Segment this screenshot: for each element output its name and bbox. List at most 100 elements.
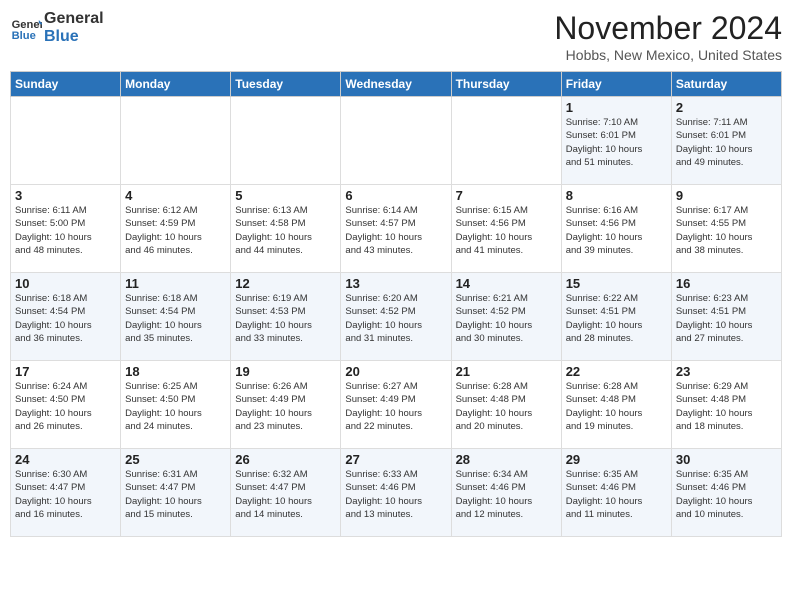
day-detail: Sunrise: 6:27 AM Sunset: 4:49 PM Dayligh…: [345, 380, 446, 433]
day-number: 27: [345, 452, 446, 467]
day-number: 9: [676, 188, 777, 203]
header-wednesday: Wednesday: [341, 72, 451, 97]
day-detail: Sunrise: 6:24 AM Sunset: 4:50 PM Dayligh…: [15, 380, 116, 433]
calendar-table: SundayMondayTuesdayWednesdayThursdayFrid…: [10, 71, 782, 537]
svg-text:Blue: Blue: [12, 30, 36, 42]
day-detail: Sunrise: 6:12 AM Sunset: 4:59 PM Dayligh…: [125, 204, 226, 257]
day-cell-1: 1Sunrise: 7:10 AM Sunset: 6:01 PM Daylig…: [561, 97, 671, 185]
day-number: 29: [566, 452, 667, 467]
header-saturday: Saturday: [671, 72, 781, 97]
day-cell-22: 22Sunrise: 6:28 AM Sunset: 4:48 PM Dayli…: [561, 361, 671, 449]
day-detail: Sunrise: 6:28 AM Sunset: 4:48 PM Dayligh…: [566, 380, 667, 433]
week-row-1: 1Sunrise: 7:10 AM Sunset: 6:01 PM Daylig…: [11, 97, 782, 185]
day-number: 10: [15, 276, 116, 291]
day-number: 23: [676, 364, 777, 379]
day-number: 30: [676, 452, 777, 467]
day-cell-24: 24Sunrise: 6:30 AM Sunset: 4:47 PM Dayli…: [11, 449, 121, 537]
title-block: November 2024 Hobbs, New Mexico, United …: [554, 10, 782, 63]
header-row: SundayMondayTuesdayWednesdayThursdayFrid…: [11, 72, 782, 97]
week-row-2: 3Sunrise: 6:11 AM Sunset: 5:00 PM Daylig…: [11, 185, 782, 273]
header-friday: Friday: [561, 72, 671, 97]
day-number: 6: [345, 188, 446, 203]
day-cell-14: 14Sunrise: 6:21 AM Sunset: 4:52 PM Dayli…: [451, 273, 561, 361]
day-detail: Sunrise: 6:30 AM Sunset: 4:47 PM Dayligh…: [15, 468, 116, 521]
day-detail: Sunrise: 6:25 AM Sunset: 4:50 PM Dayligh…: [125, 380, 226, 433]
day-cell-2: 2Sunrise: 7:11 AM Sunset: 6:01 PM Daylig…: [671, 97, 781, 185]
day-number: 22: [566, 364, 667, 379]
empty-cell: [231, 97, 341, 185]
day-number: 8: [566, 188, 667, 203]
day-detail: Sunrise: 6:17 AM Sunset: 4:55 PM Dayligh…: [676, 204, 777, 257]
day-cell-19: 19Sunrise: 6:26 AM Sunset: 4:49 PM Dayli…: [231, 361, 341, 449]
day-number: 15: [566, 276, 667, 291]
day-number: 20: [345, 364, 446, 379]
day-cell-23: 23Sunrise: 6:29 AM Sunset: 4:48 PM Dayli…: [671, 361, 781, 449]
day-number: 2: [676, 100, 777, 115]
day-cell-3: 3Sunrise: 6:11 AM Sunset: 5:00 PM Daylig…: [11, 185, 121, 273]
page-header: General Blue General Blue November 2024 …: [10, 10, 782, 63]
day-cell-27: 27Sunrise: 6:33 AM Sunset: 4:46 PM Dayli…: [341, 449, 451, 537]
day-detail: Sunrise: 6:34 AM Sunset: 4:46 PM Dayligh…: [456, 468, 557, 521]
logo-icon: General Blue: [10, 12, 42, 44]
day-number: 17: [15, 364, 116, 379]
empty-cell: [451, 97, 561, 185]
logo: General Blue General Blue: [10, 10, 104, 45]
day-number: 13: [345, 276, 446, 291]
day-number: 21: [456, 364, 557, 379]
day-detail: Sunrise: 6:22 AM Sunset: 4:51 PM Dayligh…: [566, 292, 667, 345]
day-cell-15: 15Sunrise: 6:22 AM Sunset: 4:51 PM Dayli…: [561, 273, 671, 361]
header-thursday: Thursday: [451, 72, 561, 97]
day-number: 12: [235, 276, 336, 291]
day-cell-26: 26Sunrise: 6:32 AM Sunset: 4:47 PM Dayli…: [231, 449, 341, 537]
header-sunday: Sunday: [11, 72, 121, 97]
week-row-3: 10Sunrise: 6:18 AM Sunset: 4:54 PM Dayli…: [11, 273, 782, 361]
day-number: 18: [125, 364, 226, 379]
day-cell-4: 4Sunrise: 6:12 AM Sunset: 4:59 PM Daylig…: [121, 185, 231, 273]
day-number: 4: [125, 188, 226, 203]
day-number: 16: [676, 276, 777, 291]
day-number: 25: [125, 452, 226, 467]
day-detail: Sunrise: 6:18 AM Sunset: 4:54 PM Dayligh…: [125, 292, 226, 345]
header-tuesday: Tuesday: [231, 72, 341, 97]
day-cell-8: 8Sunrise: 6:16 AM Sunset: 4:56 PM Daylig…: [561, 185, 671, 273]
day-cell-16: 16Sunrise: 6:23 AM Sunset: 4:51 PM Dayli…: [671, 273, 781, 361]
empty-cell: [11, 97, 121, 185]
day-cell-21: 21Sunrise: 6:28 AM Sunset: 4:48 PM Dayli…: [451, 361, 561, 449]
day-number: 24: [15, 452, 116, 467]
day-detail: Sunrise: 6:13 AM Sunset: 4:58 PM Dayligh…: [235, 204, 336, 257]
day-cell-29: 29Sunrise: 6:35 AM Sunset: 4:46 PM Dayli…: [561, 449, 671, 537]
logo-general-text: General: [44, 10, 104, 28]
week-row-4: 17Sunrise: 6:24 AM Sunset: 4:50 PM Dayli…: [11, 361, 782, 449]
day-detail: Sunrise: 6:32 AM Sunset: 4:47 PM Dayligh…: [235, 468, 336, 521]
day-number: 19: [235, 364, 336, 379]
day-cell-25: 25Sunrise: 6:31 AM Sunset: 4:47 PM Dayli…: [121, 449, 231, 537]
day-number: 5: [235, 188, 336, 203]
day-cell-10: 10Sunrise: 6:18 AM Sunset: 4:54 PM Dayli…: [11, 273, 121, 361]
day-detail: Sunrise: 6:23 AM Sunset: 4:51 PM Dayligh…: [676, 292, 777, 345]
week-row-5: 24Sunrise: 6:30 AM Sunset: 4:47 PM Dayli…: [11, 449, 782, 537]
day-number: 3: [15, 188, 116, 203]
day-detail: Sunrise: 6:11 AM Sunset: 5:00 PM Dayligh…: [15, 204, 116, 257]
day-cell-20: 20Sunrise: 6:27 AM Sunset: 4:49 PM Dayli…: [341, 361, 451, 449]
day-detail: Sunrise: 6:16 AM Sunset: 4:56 PM Dayligh…: [566, 204, 667, 257]
day-detail: Sunrise: 6:18 AM Sunset: 4:54 PM Dayligh…: [15, 292, 116, 345]
day-cell-5: 5Sunrise: 6:13 AM Sunset: 4:58 PM Daylig…: [231, 185, 341, 273]
svg-text:General: General: [12, 19, 42, 31]
logo-blue-text: Blue: [44, 28, 104, 46]
day-detail: Sunrise: 6:26 AM Sunset: 4:49 PM Dayligh…: [235, 380, 336, 433]
day-cell-28: 28Sunrise: 6:34 AM Sunset: 4:46 PM Dayli…: [451, 449, 561, 537]
month-title: November 2024: [554, 10, 782, 47]
day-cell-12: 12Sunrise: 6:19 AM Sunset: 4:53 PM Dayli…: [231, 273, 341, 361]
day-detail: Sunrise: 6:19 AM Sunset: 4:53 PM Dayligh…: [235, 292, 336, 345]
day-detail: Sunrise: 6:20 AM Sunset: 4:52 PM Dayligh…: [345, 292, 446, 345]
day-detail: Sunrise: 6:35 AM Sunset: 4:46 PM Dayligh…: [566, 468, 667, 521]
day-detail: Sunrise: 6:35 AM Sunset: 4:46 PM Dayligh…: [676, 468, 777, 521]
day-cell-7: 7Sunrise: 6:15 AM Sunset: 4:56 PM Daylig…: [451, 185, 561, 273]
day-cell-17: 17Sunrise: 6:24 AM Sunset: 4:50 PM Dayli…: [11, 361, 121, 449]
empty-cell: [121, 97, 231, 185]
day-cell-6: 6Sunrise: 6:14 AM Sunset: 4:57 PM Daylig…: [341, 185, 451, 273]
day-detail: Sunrise: 6:15 AM Sunset: 4:56 PM Dayligh…: [456, 204, 557, 257]
day-detail: Sunrise: 6:29 AM Sunset: 4:48 PM Dayligh…: [676, 380, 777, 433]
day-detail: Sunrise: 6:21 AM Sunset: 4:52 PM Dayligh…: [456, 292, 557, 345]
day-detail: Sunrise: 6:28 AM Sunset: 4:48 PM Dayligh…: [456, 380, 557, 433]
